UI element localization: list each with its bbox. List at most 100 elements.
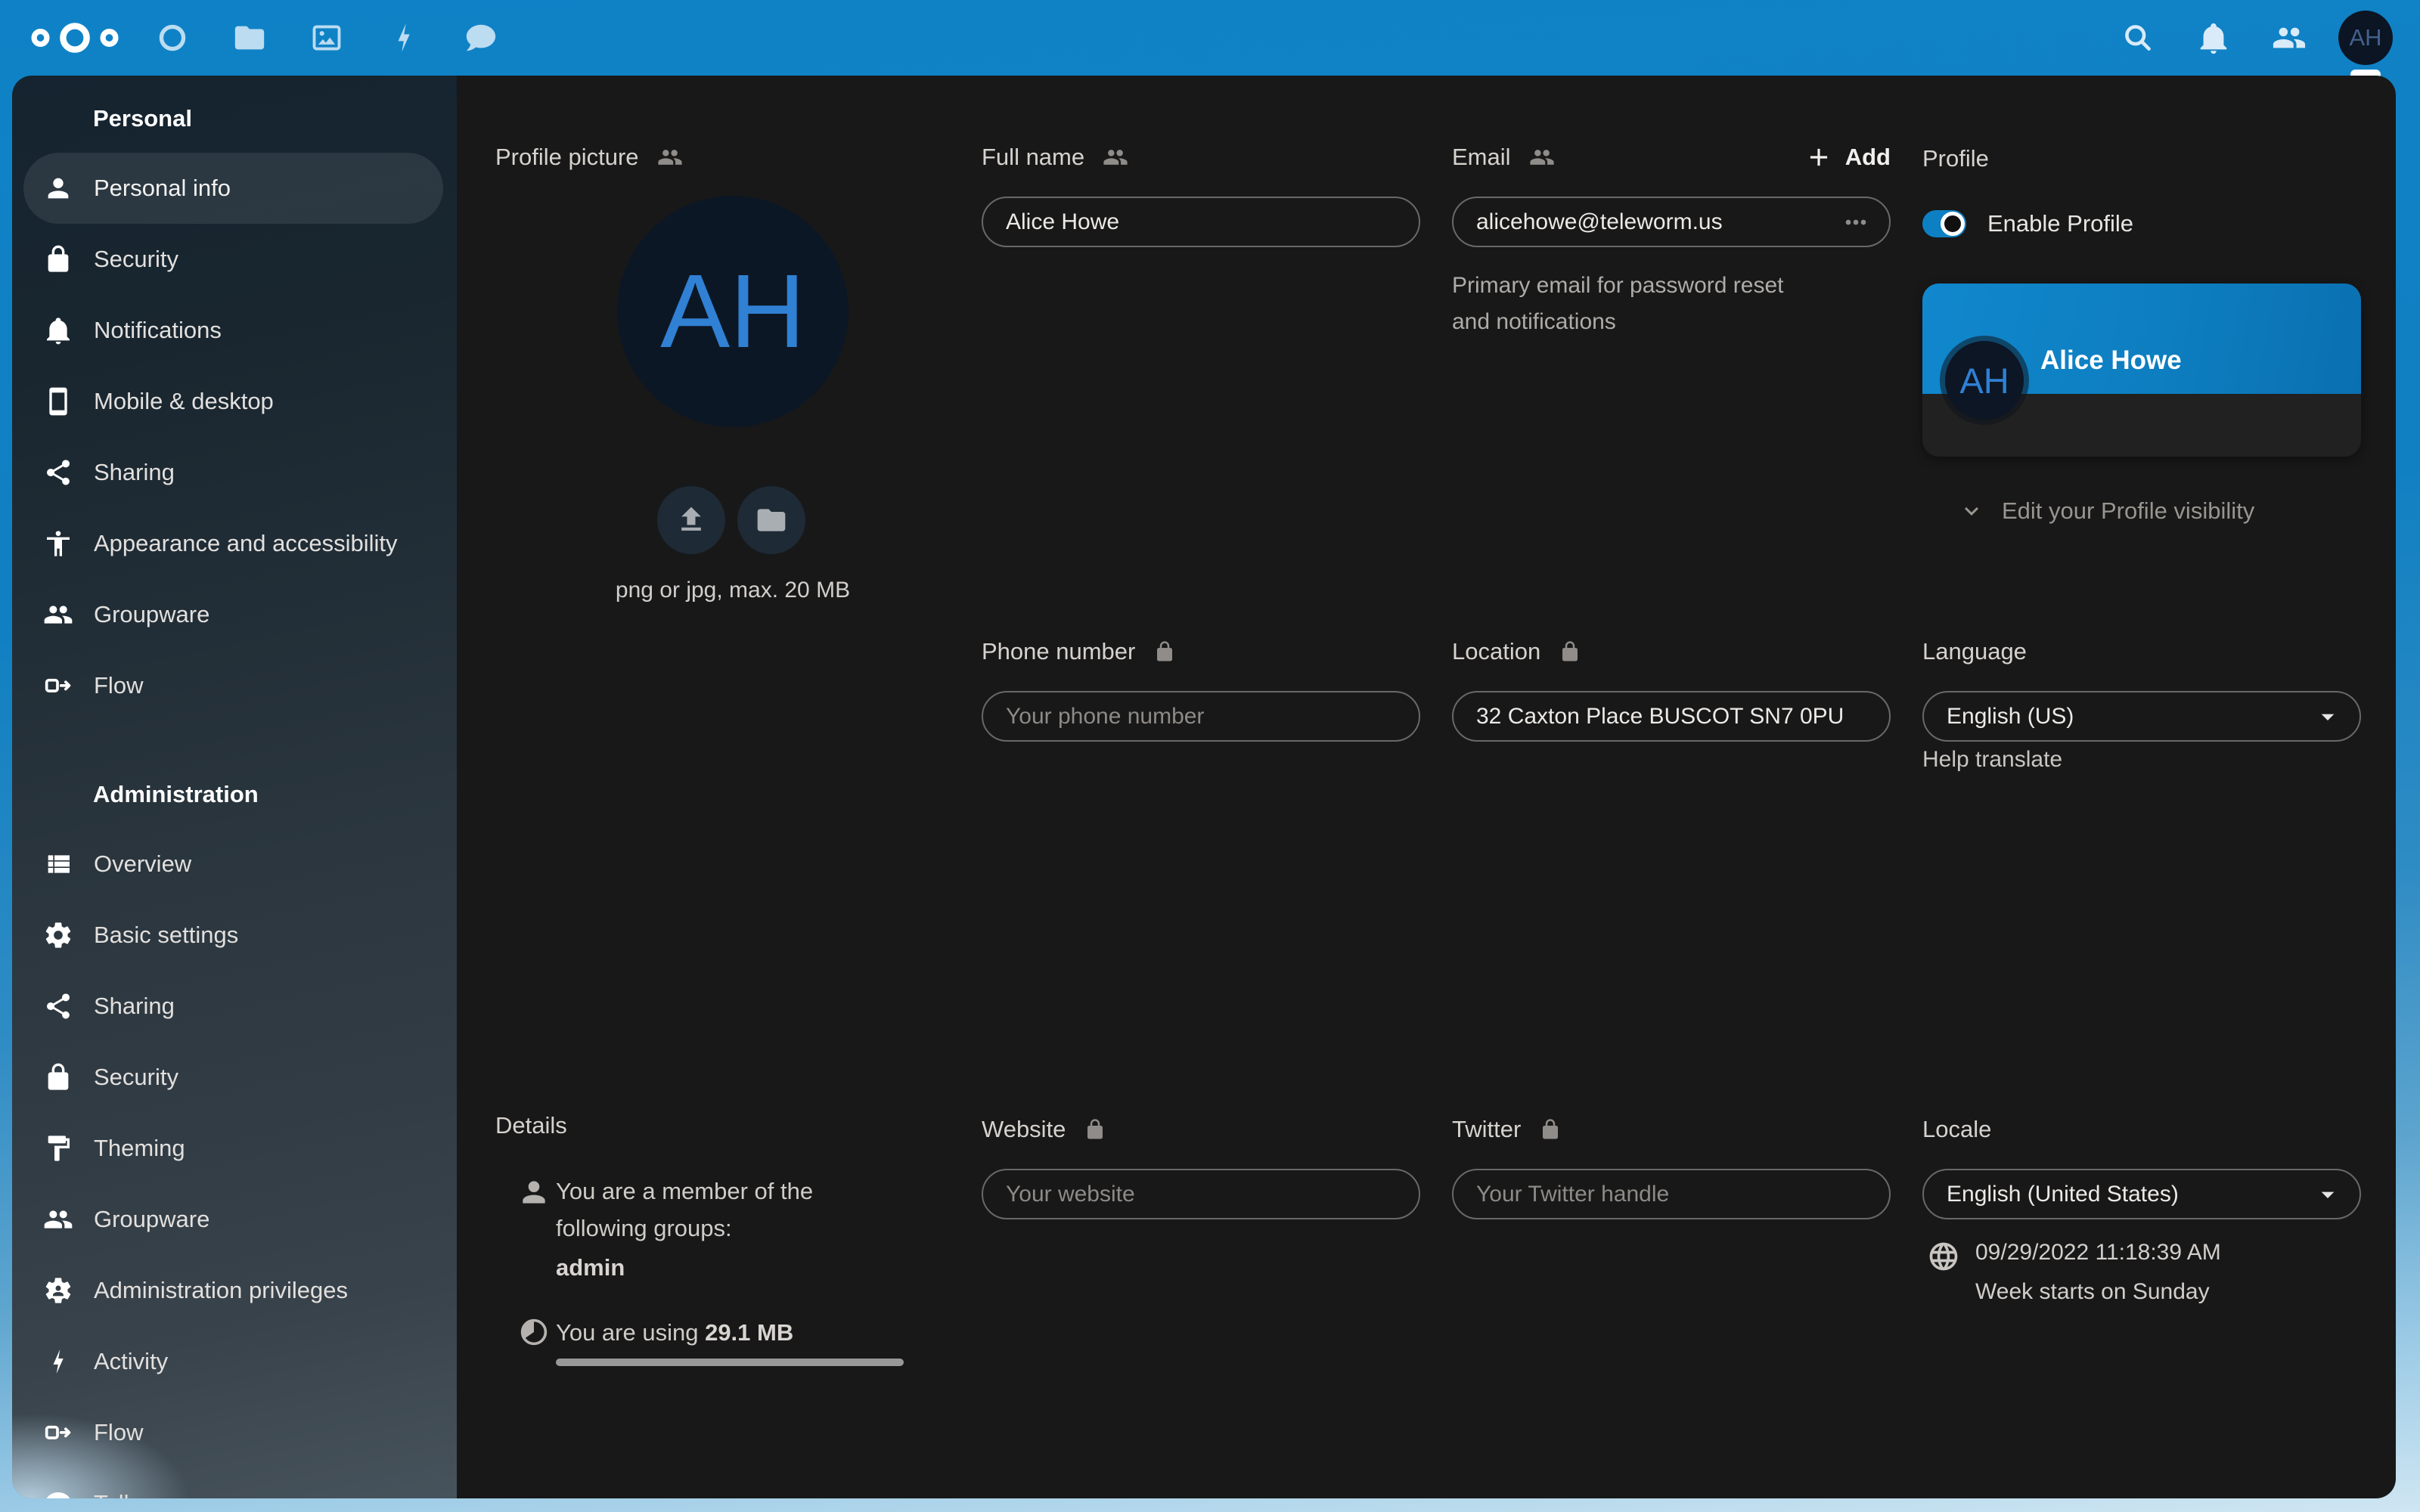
settings-sidebar: PersonalPersonal infoSecurityNotificatio… xyxy=(12,76,457,1498)
pick-avatar-from-files-button[interactable] xyxy=(737,486,805,554)
upload-icon xyxy=(675,503,708,537)
sidebar-item-label: Activity xyxy=(94,1348,168,1375)
twitter-input[interactable] xyxy=(1452,1169,1891,1219)
phone-input[interactable] xyxy=(982,691,1420,742)
language-label: Language xyxy=(1922,638,2027,665)
profile-picture-label: Profile picture xyxy=(495,144,639,171)
app-photos-icon[interactable] xyxy=(309,20,345,56)
nextcloud-logo-icon[interactable] xyxy=(30,17,119,59)
twitter-label: Twitter xyxy=(1452,1116,1521,1143)
email-actions-icon[interactable] xyxy=(1839,206,1872,239)
notifications-bell-icon[interactable] xyxy=(2187,11,2240,64)
app-activity-icon[interactable] xyxy=(386,20,422,56)
website-label: Website xyxy=(982,1116,1066,1143)
sidebar-item-label: Basic settings xyxy=(94,922,238,949)
locale-datetime: 09/29/2022 11:18:39 AM xyxy=(1975,1240,2221,1266)
sidebar-item-overview[interactable]: Overview xyxy=(23,829,443,900)
app-files-icon[interactable] xyxy=(231,20,268,56)
email-label-row: Email Add xyxy=(1452,140,1891,175)
enable-profile-toggle[interactable] xyxy=(1922,210,1966,237)
top-header: AH xyxy=(0,0,2420,76)
sidebar-item-label: Security xyxy=(94,246,178,273)
scope-lock-icon[interactable] xyxy=(1153,640,1176,663)
details-heading: Details xyxy=(495,1112,567,1139)
scope-contacts-icon[interactable] xyxy=(1529,144,1555,170)
sidebar-item-mobile-desktop[interactable]: Mobile & desktop xyxy=(23,366,443,437)
plus-icon xyxy=(1804,143,1833,172)
search-icon[interactable] xyxy=(2111,11,2164,64)
sidebar-item-label: Talk xyxy=(94,1490,135,1498)
sidebar-item-sharing[interactable]: Sharing xyxy=(23,437,443,508)
sidebar-item-activity[interactable]: Activity xyxy=(23,1326,443,1397)
profile-card-name: Alice Howe xyxy=(2040,345,2182,376)
email-input-wrap xyxy=(1452,197,1891,247)
sidebar-item-label: Groupware xyxy=(94,1206,209,1233)
sidebar-item-label: Flow xyxy=(94,672,143,699)
groups-member-text: You are a member of the following groups… xyxy=(556,1173,896,1247)
avatar-upload-hint: png or jpg, max. 20 MB xyxy=(495,578,970,603)
sidebar-item-label: Groupware xyxy=(94,601,209,628)
sidebar-item-label: Sharing xyxy=(94,459,175,486)
sidebar-item-talk[interactable]: Talk xyxy=(23,1468,443,1498)
profile-heading: Profile xyxy=(1922,145,1989,172)
scope-lock-icon[interactable] xyxy=(1084,1118,1106,1141)
enable-profile-label: Enable Profile xyxy=(1987,210,2133,237)
header-right: AH xyxy=(2111,11,2393,65)
location-input[interactable] xyxy=(1452,691,1891,742)
website-input[interactable] xyxy=(982,1169,1420,1219)
scope-lock-icon[interactable] xyxy=(1559,640,1581,663)
contacts-menu-icon[interactable] xyxy=(2263,11,2316,64)
location-label-row: Location xyxy=(1452,634,1581,669)
language-select[interactable]: English (US) xyxy=(1922,691,2361,742)
app-content-card: PersonalPersonal infoSecurityNotificatio… xyxy=(12,76,2396,1498)
sidebar-item-groupware[interactable]: Groupware xyxy=(23,579,443,650)
language-label-row: Language xyxy=(1922,634,2027,669)
sidebar-item-flow[interactable]: Flow xyxy=(23,1397,443,1468)
sidebar-item-notifications[interactable]: Notifications xyxy=(23,295,443,366)
phone-label: Phone number xyxy=(982,638,1135,665)
email-input[interactable] xyxy=(1452,197,1891,247)
website-label-row: Website xyxy=(982,1112,1106,1147)
app-navigation xyxy=(154,20,499,56)
sidebar-item-groupware[interactable]: Groupware xyxy=(23,1184,443,1255)
sidebar-item-flow[interactable]: Flow xyxy=(23,650,443,721)
help-translate-link[interactable]: Help translate xyxy=(1922,747,2062,773)
full-name-input[interactable] xyxy=(982,197,1420,247)
page: AH PersonalPersonal infoSecurityNotifica… xyxy=(0,0,2420,1512)
profile-preview-card[interactable]: AH Alice Howe xyxy=(1922,284,2361,457)
sidebar-item-label: Theming xyxy=(94,1135,185,1162)
upload-avatar-button[interactable] xyxy=(657,486,725,554)
sidebar-item-label: Mobile & desktop xyxy=(94,388,274,415)
enable-profile-row: Enable Profile xyxy=(1922,210,2133,237)
profile-card-avatar: AH xyxy=(1945,341,2024,420)
quota-value: 29.1 MB xyxy=(705,1319,793,1346)
scope-contacts-icon[interactable] xyxy=(657,144,683,170)
locale-select-value: English (United States) xyxy=(1947,1182,2179,1207)
sidebar-item-label: Personal info xyxy=(94,175,231,202)
app-talk-icon[interactable] xyxy=(463,20,499,56)
sidebar-item-administration-privileges[interactable]: Administration privileges xyxy=(23,1255,443,1326)
phone-label-row: Phone number xyxy=(982,634,1176,669)
profile-picture-avatar[interactable]: AH xyxy=(617,196,849,427)
sidebar-item-sharing[interactable]: Sharing xyxy=(23,971,443,1042)
user-avatar-menu[interactable]: AH xyxy=(2338,11,2393,65)
add-email-button[interactable]: Add xyxy=(1804,143,1891,172)
edit-profile-visibility-link[interactable]: Edit your Profile visibility xyxy=(1958,497,2254,525)
full-name-label: Full name xyxy=(982,144,1084,171)
app-dashboard-icon[interactable] xyxy=(154,20,191,56)
sidebar-item-appearance-and-accessibility[interactable]: Appearance and accessibility xyxy=(23,508,443,579)
sidebar-item-security[interactable]: Security xyxy=(23,224,443,295)
sidebar-item-basic-settings[interactable]: Basic settings xyxy=(23,900,443,971)
sidebar-item-personal-info[interactable]: Personal info xyxy=(23,153,443,224)
twitter-label-row: Twitter xyxy=(1452,1112,1562,1147)
scope-lock-icon[interactable] xyxy=(1539,1118,1562,1141)
sidebar-item-security[interactable]: Security xyxy=(23,1042,443,1113)
personal-info-main: Profile picture AH png or jpg, max. 20 M… xyxy=(457,76,2396,1498)
globe-icon xyxy=(1927,1240,1960,1273)
email-label: Email xyxy=(1452,144,1511,171)
sidebar-item-theming[interactable]: Theming xyxy=(23,1113,443,1184)
locale-select[interactable]: English (United States) xyxy=(1922,1169,2361,1219)
email-helper-text: Primary email for password reset and not… xyxy=(1452,268,1815,340)
scope-contacts-icon[interactable] xyxy=(1103,144,1128,170)
location-label: Location xyxy=(1452,638,1540,665)
